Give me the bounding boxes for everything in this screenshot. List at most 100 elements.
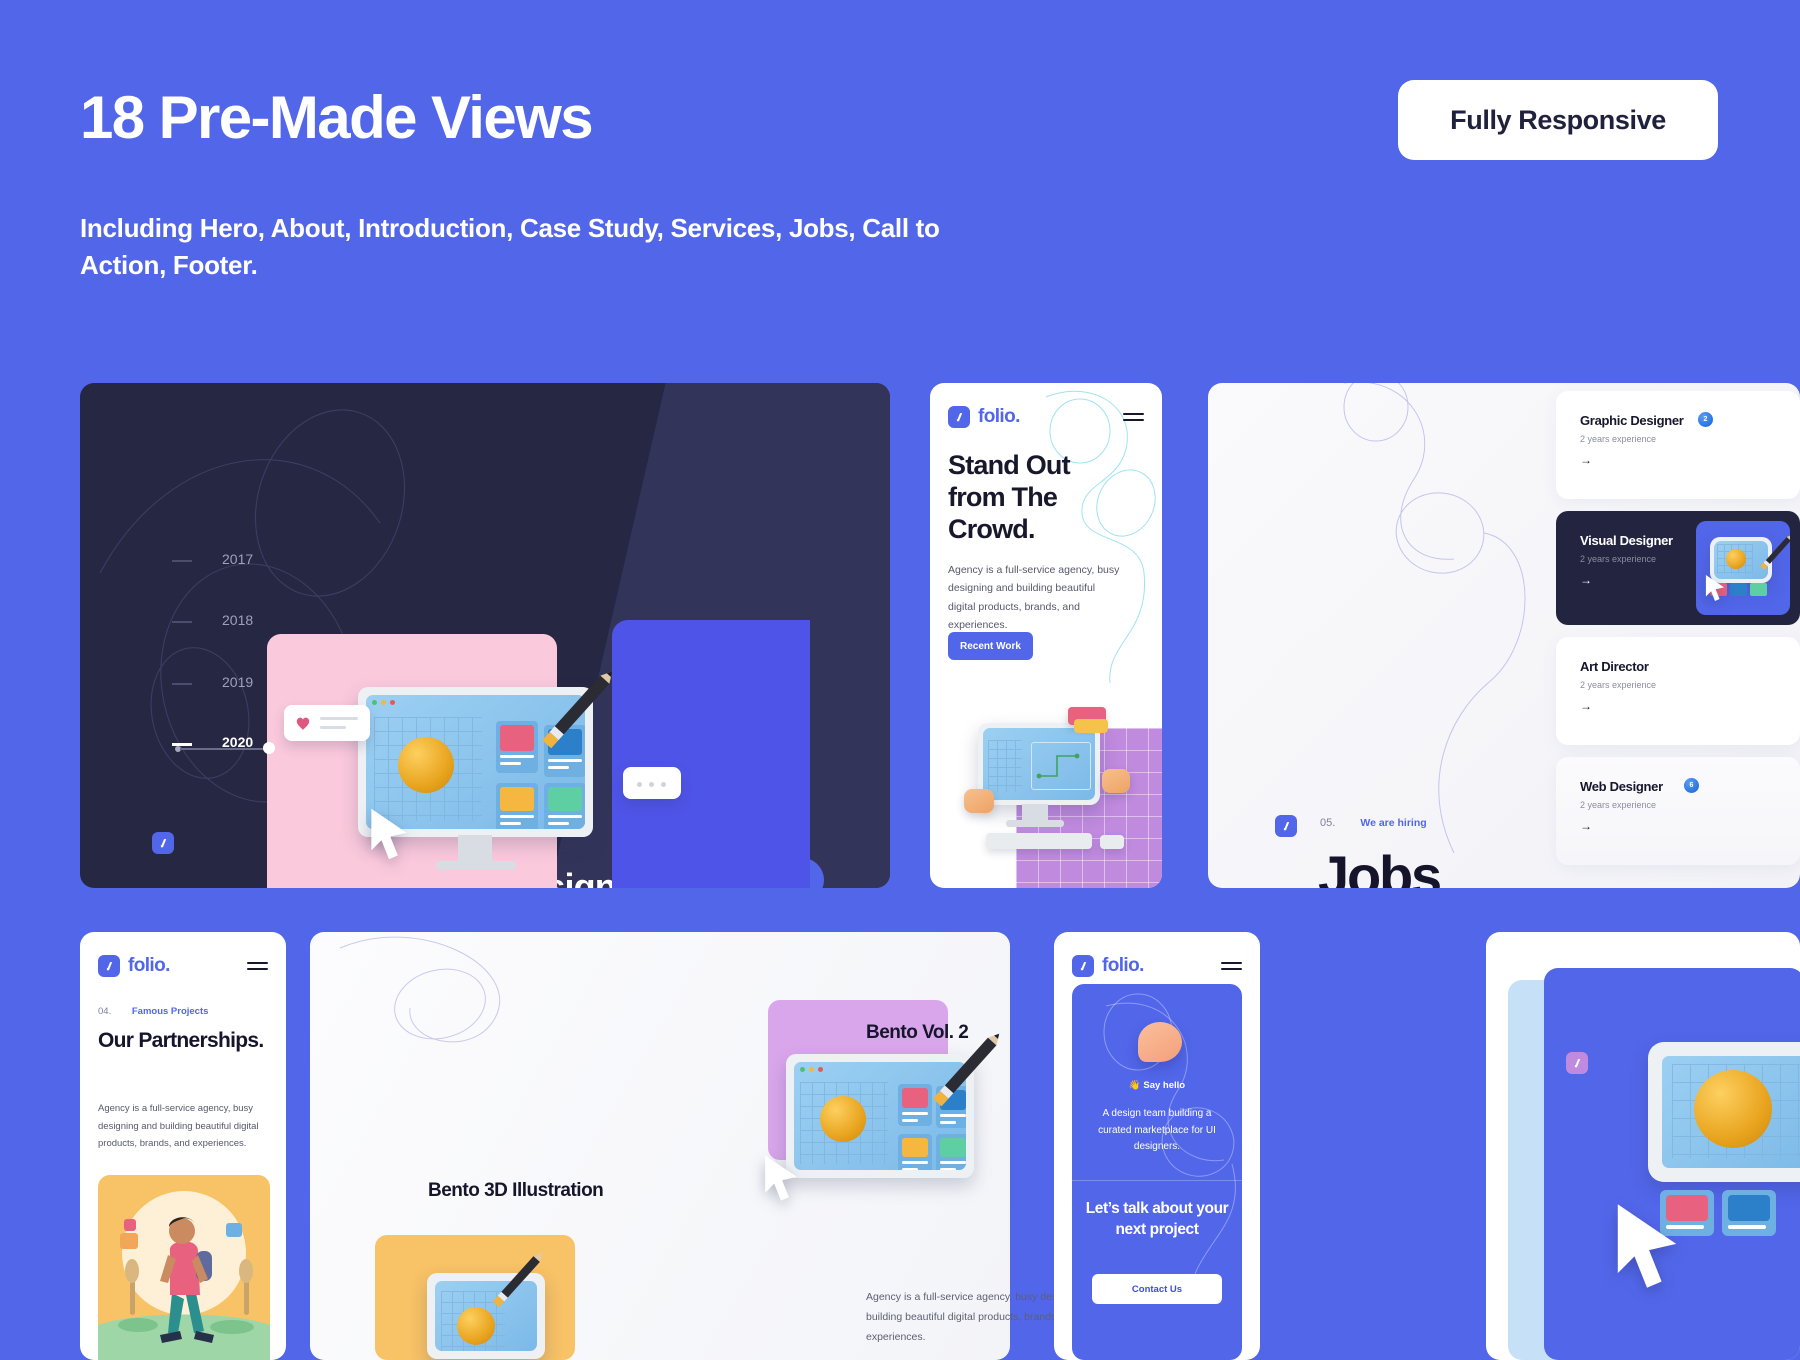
job-thumbnail bbox=[1696, 521, 1790, 615]
monitor-screen bbox=[978, 723, 1100, 805]
timeline-dash bbox=[172, 683, 192, 685]
folio-logo-icon bbox=[152, 832, 174, 854]
job-row-web-designer[interactable]: Web Designer 6 2 years experience → bbox=[1556, 757, 1800, 865]
card-jobs[interactable]: 05. We are hiring Jobs Agency is a full-… bbox=[1208, 383, 1800, 888]
card-cta[interactable]: folio. 👋 Say hello A design team buildin… bbox=[1054, 932, 1260, 1360]
pencil-icon bbox=[1760, 534, 1790, 570]
hamburger-menu-icon[interactable] bbox=[1221, 962, 1242, 970]
tile-swatch bbox=[1750, 583, 1767, 596]
bento-3d-illustration bbox=[950, 703, 1150, 888]
partnerships-body: Agency is a full-service agency, busy de… bbox=[98, 1103, 259, 1150]
monitor-display bbox=[983, 728, 1095, 800]
folio-logo-icon bbox=[98, 955, 120, 977]
bento-3d-illustration-large bbox=[760, 1033, 1080, 1230]
brand-logo-standout[interactable]: folio. bbox=[948, 406, 1020, 428]
say-hello-row: 👋 Say hello bbox=[1072, 1080, 1242, 1091]
sphere-3d bbox=[1694, 1070, 1772, 1148]
brand-text: folio bbox=[1102, 955, 1140, 976]
cta-topbar: folio. bbox=[1072, 954, 1242, 978]
brand-text: folio bbox=[978, 406, 1016, 427]
partnerships-topbar: folio. bbox=[98, 954, 268, 978]
brand-name: folio. bbox=[128, 955, 170, 977]
window-dots bbox=[800, 1067, 823, 1072]
standout-heading: Stand Out from The Crowd. bbox=[948, 450, 1071, 544]
bento-tile bbox=[496, 783, 538, 829]
hamburger-menu-icon[interactable] bbox=[1123, 413, 1144, 421]
cursor-arrow-icon bbox=[1705, 575, 1725, 601]
tablet-display bbox=[1662, 1056, 1800, 1168]
recent-work-button[interactable]: Recent Work bbox=[948, 632, 1033, 660]
job-row-art-director[interactable]: Art Director 2 years experience → bbox=[1556, 637, 1800, 745]
partnerships-heading: Our Partnerships. bbox=[98, 1029, 264, 1052]
jobs-eyebrow-number: 05. bbox=[1320, 817, 1336, 829]
job-title: Graphic Designer bbox=[1580, 413, 1684, 428]
brand-logo-hero bbox=[152, 832, 174, 854]
timeline-dash bbox=[172, 621, 192, 623]
cursor-arrow-icon bbox=[765, 1155, 797, 1201]
hamburger-menu-icon[interactable] bbox=[247, 962, 268, 970]
page-subtitle: Including Hero, About, Introduction, Cas… bbox=[80, 213, 940, 280]
arrow-right-icon[interactable]: → bbox=[1580, 819, 1592, 833]
timeline-dash bbox=[172, 560, 192, 562]
brand-name: folio. bbox=[1102, 955, 1144, 977]
hand-right bbox=[1102, 769, 1130, 793]
tile-swatch bbox=[1730, 583, 1747, 596]
brand-name: folio. bbox=[978, 406, 1020, 428]
floating-card-yellow bbox=[1074, 719, 1108, 733]
dot-green bbox=[372, 700, 377, 705]
card-partnerships[interactable]: folio. 04. Famous Projects Our Partnersh… bbox=[80, 932, 286, 1360]
poster-canvas: 18 Pre-Made Views Including Hero, About,… bbox=[0, 0, 1800, 1360]
folio-logo-icon bbox=[948, 406, 970, 428]
job-row-graphic-designer[interactable]: Graphic Designer 2 2 years experience → bbox=[1556, 391, 1800, 499]
folio-logo-icon bbox=[1566, 1052, 1588, 1074]
arrow-right-icon[interactable]: → bbox=[1580, 573, 1592, 587]
brand-logo-partnerships[interactable]: folio. bbox=[98, 955, 170, 977]
folio-logo-icon bbox=[1275, 815, 1297, 837]
bento-3d-illustration-small bbox=[395, 1245, 585, 1360]
jobs-eyebrow-label: We are hiring bbox=[1360, 817, 1427, 829]
folio-logo-icon bbox=[1072, 955, 1094, 977]
bento-tile bbox=[544, 783, 585, 829]
job-list: Graphic Designer 2 2 years experience → … bbox=[1556, 383, 1800, 888]
monitor-base bbox=[436, 861, 516, 870]
speech-bubble-icon bbox=[1138, 1022, 1182, 1062]
contact-us-button[interactable]: Contact Us bbox=[1092, 1274, 1222, 1304]
cta-panel: 👋 Say hello A design team building a cur… bbox=[1072, 984, 1242, 1360]
timeline-year: 2017 bbox=[222, 551, 254, 567]
folio-glyph-icon bbox=[1283, 821, 1289, 830]
cta-heading: Let’s talk about your next project bbox=[1085, 1200, 1229, 1238]
timeline-year: 2019 bbox=[222, 674, 254, 690]
mouse bbox=[1100, 835, 1124, 849]
tile-line bbox=[500, 822, 522, 826]
keyboard bbox=[986, 833, 1092, 849]
card-showcase[interactable] bbox=[1486, 932, 1800, 1360]
like-bubble bbox=[284, 705, 370, 741]
job-title: Visual Designer bbox=[1580, 533, 1673, 548]
status-badge: Fully Responsive bbox=[1398, 80, 1718, 160]
divider bbox=[1072, 1180, 1242, 1181]
pencil-icon bbox=[542, 671, 613, 749]
standout-body: Agency is a full-service agency, busy de… bbox=[948, 564, 1120, 632]
tile-line bbox=[1728, 1225, 1766, 1229]
dot-red bbox=[390, 700, 395, 705]
page-title: 18 Pre-Made Views bbox=[80, 84, 594, 151]
job-title: Web Designer bbox=[1580, 779, 1663, 794]
pencil-icon bbox=[932, 1033, 1000, 1107]
job-experience: 2 years experience bbox=[1580, 680, 1657, 690]
pencil-icon bbox=[492, 1252, 543, 1308]
card-hero[interactable]: 01. Who We Are We Make Designs that Lead… bbox=[80, 383, 890, 888]
job-count-badge: 6 bbox=[1684, 778, 1699, 793]
brand-logo-cta[interactable]: folio. bbox=[1072, 955, 1144, 977]
say-hello-label: Say hello bbox=[1143, 1080, 1186, 1091]
job-experience: 2 years experience bbox=[1580, 800, 1657, 810]
card-standout[interactable]: folio. Stand Out from The Crowd. Agency … bbox=[930, 383, 1162, 888]
arrow-right-icon[interactable]: → bbox=[1580, 699, 1592, 713]
folio-glyph-icon bbox=[1574, 1058, 1580, 1067]
sphere-3d bbox=[820, 1096, 866, 1142]
jobs-heading: Jobs bbox=[1318, 844, 1442, 888]
job-experience: 2 years experience bbox=[1580, 554, 1657, 564]
job-row-visual-designer[interactable]: Visual Designer 2 years experience → bbox=[1556, 511, 1800, 625]
arrow-right-icon[interactable]: → bbox=[1580, 453, 1592, 467]
tile-swatch bbox=[500, 787, 534, 812]
walking-person-illustration bbox=[98, 1191, 270, 1360]
